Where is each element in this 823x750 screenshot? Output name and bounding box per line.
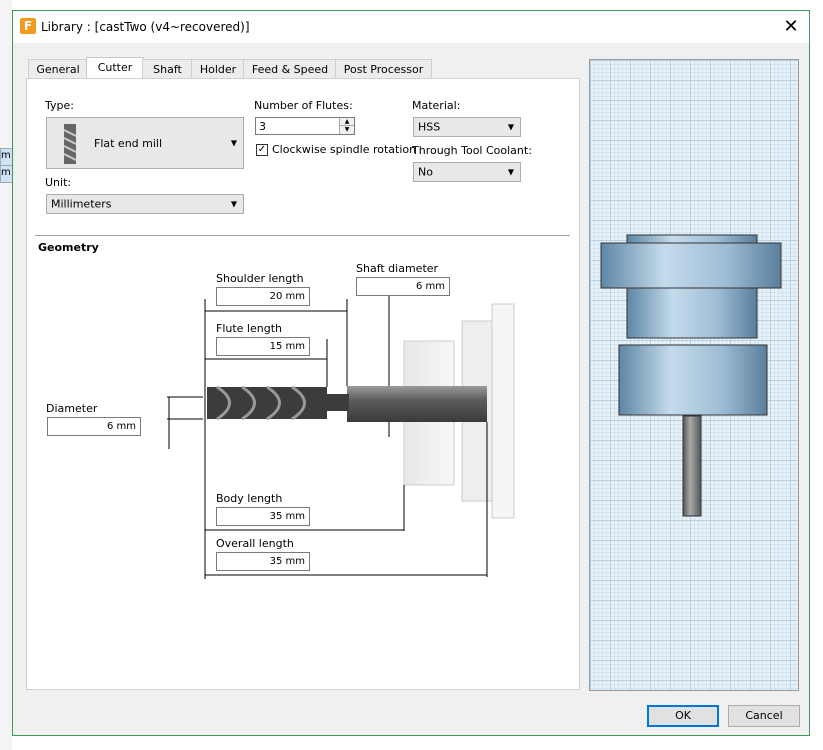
tool-preview[interactable] [589, 59, 799, 691]
material-select[interactable]: HSS ▼ [413, 117, 521, 137]
cancel-button[interactable]: Cancel [728, 705, 800, 727]
coolant-label: Through Tool Coolant: [412, 144, 532, 157]
diameter-input[interactable]: 6 mm [47, 417, 141, 436]
title-bar: F Library : [castTwo (v4~recovered)] ✕ [13, 11, 809, 43]
tab-post-processor[interactable]: Post Processor [335, 59, 432, 79]
chevron-down-icon: ▼ [507, 167, 514, 177]
coolant-select[interactable]: No ▼ [413, 162, 521, 182]
spin-down-icon[interactable]: ▼ [340, 126, 354, 134]
shaft-diameter-label: Shaft diameter [356, 262, 439, 275]
ok-button[interactable]: OK [647, 705, 719, 727]
type-label: Type: [45, 99, 74, 112]
flute-length-input[interactable]: 15 mm [216, 337, 310, 356]
tab-shaft[interactable]: Shaft [142, 59, 193, 79]
chevron-down-icon: ▼ [507, 122, 514, 132]
cutter-panel: Type: Flat end mill ▼ Unit: Millimeters … [26, 78, 580, 690]
flutes-stepper[interactable]: 3 ▲ ▼ [255, 117, 355, 135]
shoulder-length-input[interactable]: 20 mm [216, 287, 310, 306]
divider [35, 235, 570, 236]
window-title: Library : [castTwo (v4~recovered)] [41, 20, 250, 34]
clockwise-checkbox[interactable]: ✓ [256, 144, 268, 156]
tab-holder[interactable]: Holder [191, 59, 245, 79]
close-icon[interactable]: ✕ [779, 15, 803, 39]
flutes-label: Number of Flutes: [254, 99, 353, 112]
overall-length-value: 35 mm [269, 556, 305, 567]
holder-ghost [491, 303, 515, 519]
shaft-diameter-input[interactable]: 6 mm [356, 277, 450, 296]
type-select[interactable]: Flat end mill ▼ [46, 117, 244, 169]
body-length-value: 35 mm [269, 511, 305, 522]
flutes-value: 3 [259, 120, 266, 133]
flute-length-label: Flute length [216, 322, 282, 335]
end-mill-icon [63, 124, 77, 164]
diameter-label: Diameter [46, 402, 98, 415]
library-dialog: F Library : [castTwo (v4~recovered)] ✕ G… [12, 10, 810, 736]
overall-length-label: Overall length [216, 537, 294, 550]
unit-label: Unit: [45, 176, 72, 189]
body-length-input[interactable]: 35 mm [216, 507, 310, 526]
unit-select[interactable]: Millimeters ▼ [46, 194, 244, 214]
shoulder-length-value: 20 mm [269, 291, 305, 302]
tab-cutter[interactable]: Cutter [86, 57, 144, 79]
body-length-label: Body length [216, 492, 283, 505]
coolant-value: No [418, 165, 433, 179]
shaft-body [347, 386, 487, 422]
overall-length-input[interactable]: 35 mm [216, 552, 310, 571]
background-window: m m [0, 0, 14, 750]
unit-value: Millimeters [51, 197, 112, 211]
fusion-app-icon: F [20, 18, 36, 34]
clockwise-label: Clockwise spindle rotation [272, 143, 417, 156]
spin-up-icon[interactable]: ▲ [340, 118, 354, 126]
type-value: Flat end mill [94, 137, 163, 150]
material-label: Material: [412, 99, 461, 112]
chevron-down-icon: ▼ [230, 199, 237, 209]
diameter-value: 6 mm [106, 421, 136, 432]
chevron-down-icon: ▼ [230, 138, 237, 148]
tab-general[interactable]: General [28, 59, 88, 79]
shoulder-length-label: Shoulder length [216, 272, 304, 285]
tool-holder-3d-view [600, 234, 782, 517]
material-value: HSS [418, 120, 441, 134]
flute-length-value: 15 mm [269, 341, 305, 352]
shaft-diameter-value: 6 mm [415, 281, 445, 292]
tab-feed-speed[interactable]: Feed & Speed [243, 59, 337, 79]
